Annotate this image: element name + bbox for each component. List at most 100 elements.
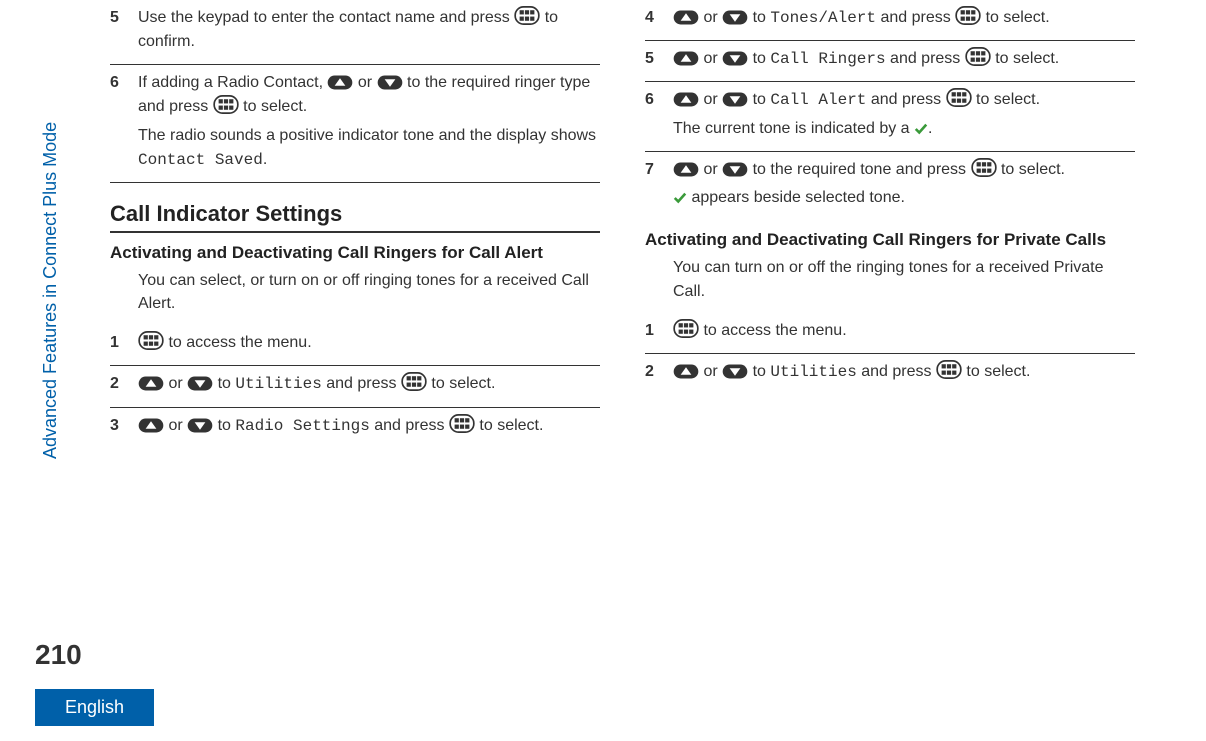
ok-menu-icon	[401, 372, 427, 396]
menu-item: Utilities	[770, 363, 856, 381]
step-1: 1 to access the menu.	[110, 325, 600, 366]
text: to select.	[976, 92, 1040, 109]
check-icon	[673, 186, 687, 210]
ok-menu-icon	[514, 6, 540, 30]
menu-item: Radio Settings	[235, 417, 369, 435]
text: or	[703, 161, 722, 178]
step-body: to access the menu.	[673, 319, 1135, 343]
language-tab: English	[35, 689, 154, 726]
left-column: 5 Use the keypad to enter the contact na…	[110, 0, 600, 448]
step-number: 1	[645, 319, 673, 343]
ok-menu-icon	[936, 360, 962, 384]
down-arrow-icon	[377, 71, 403, 95]
text: and press	[857, 363, 936, 380]
right-column: 4 or to Tones/Alert and press to select.…	[645, 0, 1135, 448]
ok-menu-icon	[965, 47, 991, 71]
text: to access the menu.	[703, 322, 846, 339]
step-body: or to the required tone and press to sel…	[673, 158, 1135, 210]
step-body: Use the keypad to enter the contact name…	[138, 6, 600, 54]
text: to	[753, 92, 771, 109]
down-arrow-icon	[722, 47, 748, 71]
ok-menu-icon	[449, 414, 475, 438]
step-body: or to Call Alert and press to select. Th…	[673, 88, 1135, 140]
ok-menu-icon	[955, 6, 981, 30]
text: and press	[876, 9, 955, 26]
heading-call-indicator: Call Indicator Settings	[110, 201, 600, 233]
down-arrow-icon	[722, 88, 748, 112]
step-body: If adding a Radio Contact, or to the req…	[138, 71, 600, 171]
step-number: 5	[110, 6, 138, 54]
step-number: 6	[110, 71, 138, 171]
ok-menu-icon	[138, 331, 164, 355]
ok-menu-icon	[213, 95, 239, 119]
menu-item: Utilities	[235, 376, 321, 394]
step-5: 5 Use the keypad to enter the contact na…	[110, 0, 600, 65]
text: to access the menu.	[168, 334, 311, 351]
ok-menu-icon	[946, 88, 972, 112]
step-5: 5 or to Call Ringers and press to select…	[645, 41, 1135, 82]
step-6: 6 or to Call Alert and press to select. …	[645, 82, 1135, 151]
step-2: 2 or to Utilities and press to select.	[645, 354, 1135, 394]
down-arrow-icon	[722, 6, 748, 30]
text: The current tone is indicated by a	[673, 120, 914, 137]
text: If adding a Radio Contact,	[138, 74, 327, 91]
step-number: 5	[645, 47, 673, 71]
step-1: 1 to access the menu.	[645, 313, 1135, 354]
step-number: 2	[645, 360, 673, 384]
intro-text: You can turn on or off the ringing tones…	[673, 256, 1135, 302]
text: to select.	[431, 376, 495, 393]
text: or	[168, 376, 187, 393]
down-arrow-icon	[187, 372, 213, 396]
text: and press	[370, 417, 449, 434]
text: and press	[886, 50, 965, 67]
text: The radio sounds a positive indicator to…	[138, 127, 596, 144]
step-6: 6 If adding a Radio Contact, or to the r…	[110, 65, 600, 182]
step-number: 1	[110, 331, 138, 355]
subheading-private-calls: Activating and Deactivating Call Ringers…	[645, 230, 1135, 250]
text: to select.	[986, 9, 1050, 26]
text: to	[218, 376, 236, 393]
text: and press	[322, 376, 401, 393]
check-icon	[914, 117, 928, 141]
up-arrow-icon	[138, 414, 164, 438]
text: to	[753, 50, 771, 67]
text: to select.	[479, 417, 543, 434]
step-body: or to Utilities and press to select.	[673, 360, 1135, 384]
menu-item: Tones/Alert	[770, 9, 876, 27]
up-arrow-icon	[327, 71, 353, 95]
step-body: or to Call Ringers and press to select.	[673, 47, 1135, 71]
text: or	[703, 92, 722, 109]
text: appears beside selected tone.	[687, 189, 905, 206]
up-arrow-icon	[673, 47, 699, 71]
step-body: or to Utilities and press to select.	[138, 372, 600, 396]
text: or	[703, 50, 722, 67]
step-number: 7	[645, 158, 673, 210]
menu-item: Call Alert	[770, 92, 866, 110]
ok-menu-icon	[971, 158, 997, 182]
text: to select.	[966, 363, 1030, 380]
page-number: 210	[35, 639, 82, 671]
text: to the required tone and press	[753, 161, 971, 178]
sidebar-title: Advanced Features in Connect Plus Mode	[40, 80, 61, 500]
step-number: 6	[645, 88, 673, 140]
step-7: 7 or to the required tone and press to s…	[645, 152, 1135, 220]
step-body: to access the menu.	[138, 331, 600, 355]
text: or	[168, 417, 187, 434]
text: or	[703, 9, 722, 26]
step-body: or to Radio Settings and press to select…	[138, 414, 600, 438]
up-arrow-icon	[138, 372, 164, 396]
text: or	[703, 363, 722, 380]
step-number: 2	[110, 372, 138, 396]
text: Use the keypad to enter the contact name…	[138, 9, 514, 26]
intro-text: You can select, or turn on or off ringin…	[138, 269, 600, 315]
step-2: 2 or to Utilities and press to select.	[110, 366, 600, 407]
menu-item: Call Ringers	[770, 50, 885, 68]
step-number: 4	[645, 6, 673, 30]
text: to select.	[243, 99, 307, 116]
text: .	[928, 120, 932, 137]
text: .	[263, 151, 267, 168]
text: to select.	[1001, 161, 1065, 178]
text: and press	[866, 92, 945, 109]
text: to	[753, 363, 771, 380]
text: or	[358, 74, 377, 91]
